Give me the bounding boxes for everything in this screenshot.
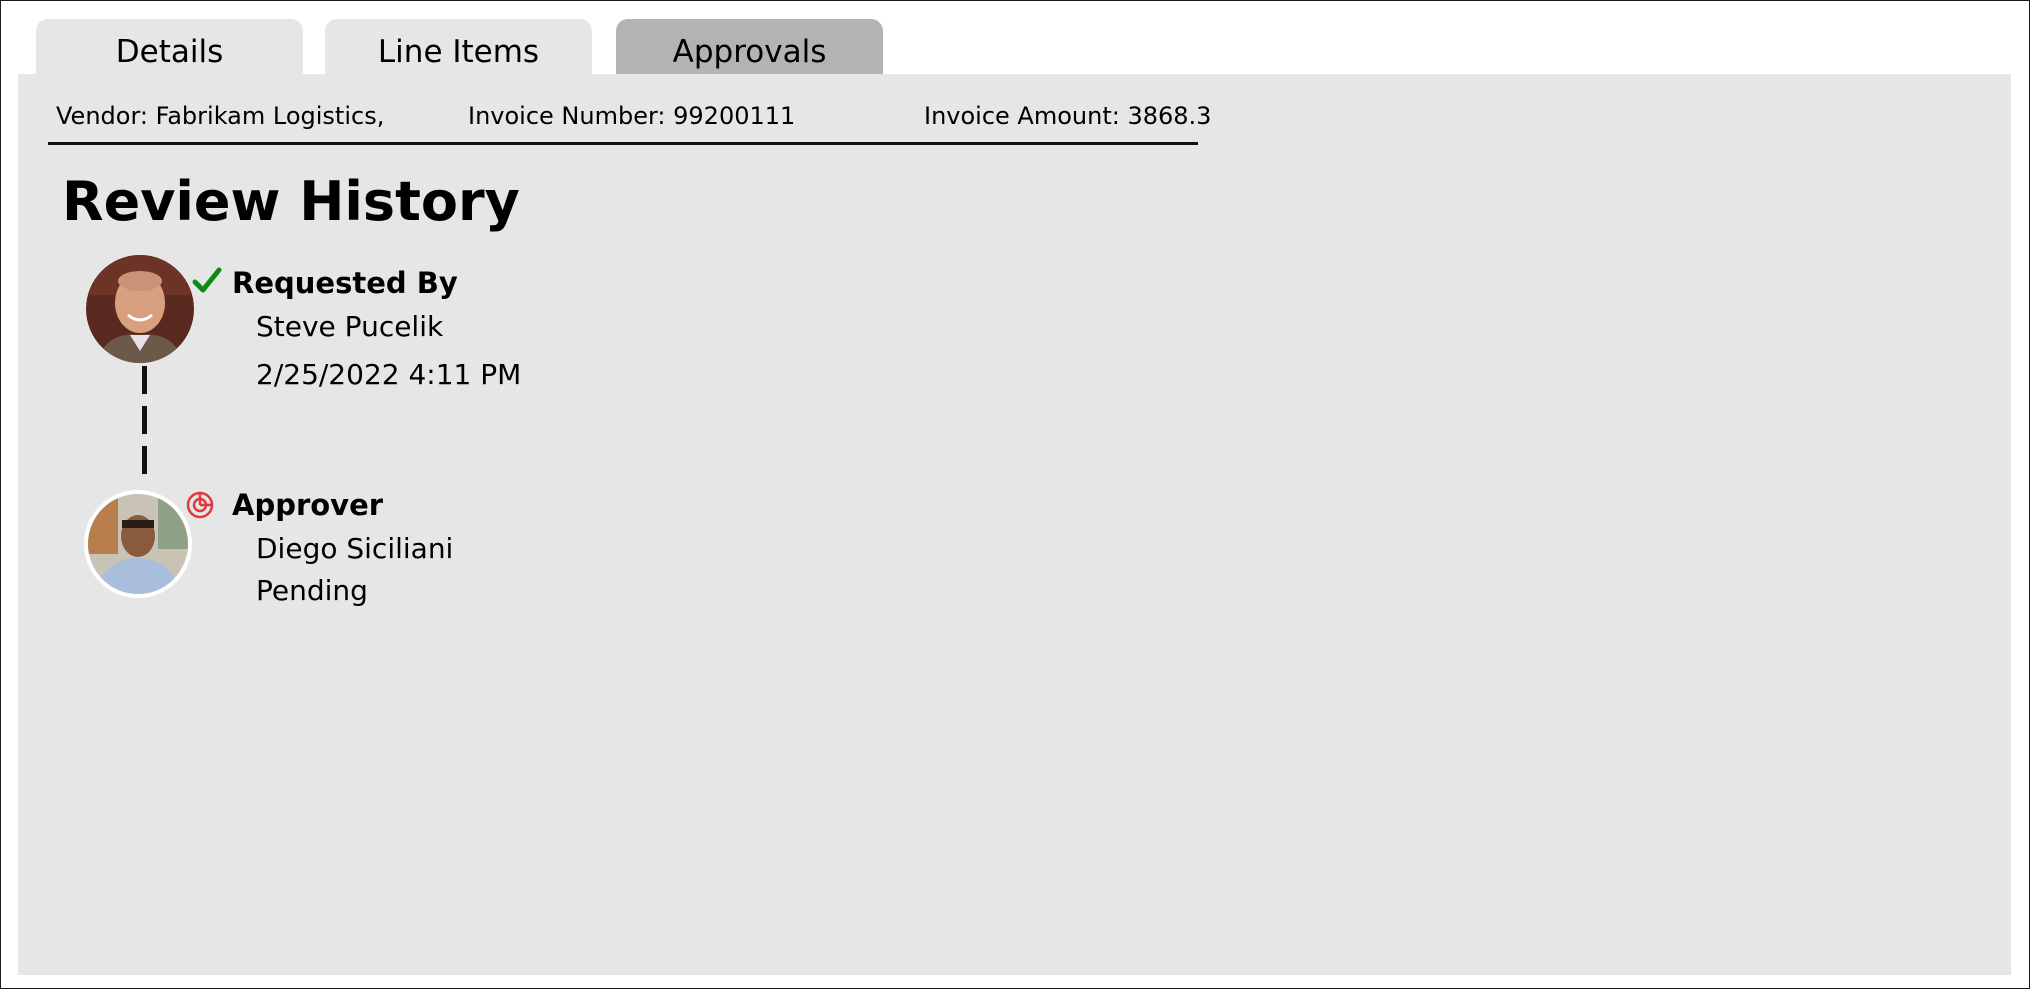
- approvals-panel: Vendor: Fabrikam Logistics, Invoice Numb…: [18, 74, 2011, 975]
- request-timestamp: 2/25/2022 4:11 PM: [256, 358, 522, 391]
- invoice-number-label: Invoice Number: 99200111: [468, 102, 796, 130]
- tab-line-items[interactable]: Line Items: [325, 19, 592, 76]
- review-history-title: Review History: [62, 170, 520, 233]
- tab-approvals[interactable]: Approvals: [616, 19, 883, 76]
- step-role-requested-by: Requested By: [232, 266, 458, 300]
- approver-avatar: [84, 490, 192, 598]
- checkmark-icon: [192, 267, 222, 299]
- approval-status: Pending: [256, 574, 368, 607]
- invoice-summary: Vendor: Fabrikam Logistics, Invoice Numb…: [48, 98, 1211, 145]
- approver-name: Diego Siciliani: [256, 532, 454, 565]
- vendor-label: Vendor: Fabrikam Logistics,: [56, 102, 385, 130]
- timeline-connector: [142, 366, 147, 484]
- invoice-amount-label: Invoice Amount: 3868.3: [924, 102, 1212, 130]
- tab-details[interactable]: Details: [36, 19, 303, 76]
- step-role-approver: Approver: [232, 488, 384, 522]
- requester-name: Steve Pucelik: [256, 310, 444, 343]
- pending-icon: [185, 490, 215, 524]
- app-frame: Details Line Items Approvals Vendor: Fab…: [0, 0, 2030, 989]
- requester-avatar: [86, 255, 194, 363]
